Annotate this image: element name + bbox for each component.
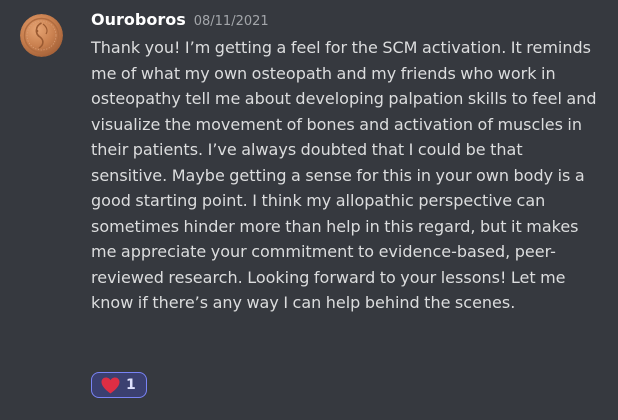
reaction-count: 1 [126, 377, 136, 393]
red-heart-icon [101, 377, 120, 393]
message-content: Ouroboros 08/11/2021 Thank you! I’m gett… [91, 10, 601, 316]
ouroboros-coin-icon [20, 14, 63, 57]
message-text: Thank you! I’m getting a feel for the SC… [91, 38, 597, 312]
username[interactable]: Ouroboros [91, 10, 186, 29]
chat-message: Ouroboros 08/11/2021 Thank you! I’m gett… [0, 0, 618, 420]
avatar[interactable] [20, 14, 63, 57]
reaction-heart-button[interactable]: 1 [91, 372, 147, 398]
message-header: Ouroboros 08/11/2021 [91, 10, 601, 34]
message-timestamp: 08/11/2021 [193, 14, 269, 29]
